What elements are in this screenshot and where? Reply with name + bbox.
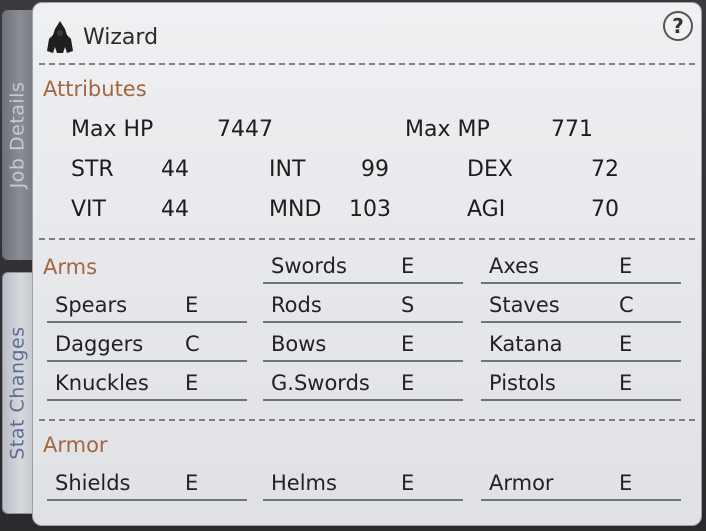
weapon-name: Pistols [489,371,556,395]
dex-value: 72 [591,157,619,182]
weapon-cell-spears: Spears E [47,287,247,323]
str-value: 44 [161,157,189,182]
armor-rank: E [185,471,199,495]
dex-label: DEX [467,157,513,182]
vit-value: 44 [161,197,189,222]
weapon-cell-staves: Staves C [481,287,681,323]
weapon-cell-gswords: G.Swords E [263,365,463,401]
weapon-name: Katana [489,332,563,356]
divider [39,63,695,65]
weapon-cell-bows: Bows E [263,326,463,362]
max-mp-label: Max MP [405,117,490,142]
weapon-cell-knuckles: Knuckles E [47,365,247,401]
arms-title: Arms [43,255,98,279]
weapon-rank: S [401,293,415,317]
armor-name: Armor [489,471,554,495]
job-details-panel: Wizard ? Attributes Max HP 7447 Max MP 7… [32,2,702,526]
divider [39,238,695,240]
mnd-label: MND [269,197,322,222]
weapon-name: Knuckles [55,371,149,395]
wizard-icon [47,21,73,53]
armor-title: Armor [43,433,108,457]
weapon-name: Spears [55,293,128,317]
weapon-rank: E [401,332,415,356]
weapon-name: Daggers [55,332,144,356]
weapon-cell-katana: Katana E [481,326,681,362]
armor-rank: E [619,471,633,495]
max-hp-value: 7447 [217,117,273,142]
max-hp-label: Max HP [71,117,154,142]
weapon-name: Rods [271,293,322,317]
str-label: STR [71,157,114,182]
screen-frame: Job Details Stat Changes Wizard ? Attrib… [0,0,706,531]
weapon-name: Bows [271,332,327,356]
weapon-name: Staves [489,293,560,317]
weapon-rank: C [185,332,200,356]
weapon-rank: E [619,254,633,278]
weapon-cell-swords: Swords E [263,248,463,284]
help-button[interactable]: ? [663,11,693,41]
weapon-cell-pistols: Pistols E [481,365,681,401]
max-mp-value: 771 [551,117,593,142]
weapon-rank: E [401,254,415,278]
armor-name: Shields [55,471,131,495]
int-value: 99 [361,157,389,182]
armor-name: Helms [271,471,337,495]
weapon-cell-axes: Axes E [481,248,681,284]
armor-cell-shields: Shields E [47,465,247,501]
mnd-value: 103 [349,197,391,222]
int-label: INT [269,157,306,182]
weapon-rank: E [185,371,199,395]
weapon-rank: C [619,293,634,317]
tab-job-details[interactable]: Job Details [2,10,32,260]
job-title-row: Wizard [43,17,158,57]
weapon-name: Axes [489,254,540,278]
weapon-cell-daggers: Daggers C [47,326,247,362]
divider [39,419,695,421]
weapon-name: G.Swords [271,371,370,395]
armor-cell-armor: Armor E [481,465,681,501]
armor-cell-helms: Helms E [263,465,463,501]
weapon-cell-rods: Rods S [263,287,463,323]
weapon-rank: E [619,371,633,395]
agi-label: AGI [467,197,506,222]
weapon-rank: E [401,371,415,395]
weapon-name: Swords [271,254,347,278]
tab-job-details-label: Job Details [6,81,29,189]
job-name: Wizard [83,24,159,50]
tab-stat-changes-label: Stat Changes [7,326,30,460]
attributes-title: Attributes [43,77,147,101]
weapon-rank: E [619,332,633,356]
tab-stat-changes[interactable]: Stat Changes [2,272,34,514]
vit-label: VIT [71,197,106,222]
armor-rank: E [401,471,415,495]
weapon-rank: E [185,293,199,317]
agi-value: 70 [591,197,619,222]
